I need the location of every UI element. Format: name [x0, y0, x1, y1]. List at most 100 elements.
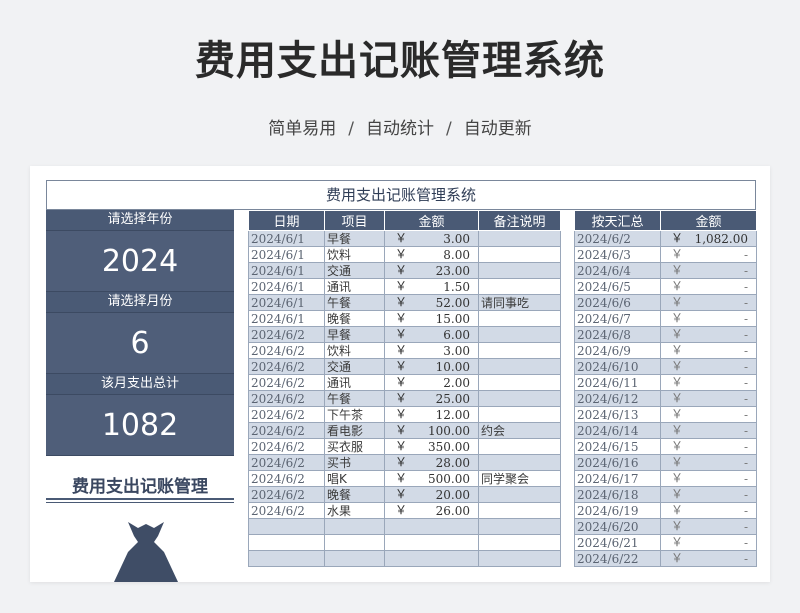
cell-daily-amount[interactable]: ￥ - [660, 454, 757, 471]
cell-daily-date[interactable]: 2024/6/22 [574, 550, 661, 567]
cell-amount[interactable]: ￥ 23.00 [384, 262, 479, 279]
cell-note[interactable] [478, 278, 561, 295]
cell-daily-amount[interactable]: ￥ - [660, 438, 757, 455]
cell-item[interactable]: 饮料 [324, 246, 385, 263]
cell-amount[interactable]: ￥ 25.00 [384, 390, 479, 407]
cell-amount[interactable]: ￥ 26.00 [384, 502, 479, 519]
cell-date[interactable]: 2024/6/2 [248, 438, 325, 455]
cell-daily-date[interactable]: 2024/6/13 [574, 406, 661, 423]
cell-note[interactable] [478, 262, 561, 279]
cell-amount[interactable]: ￥ 8.00 [384, 246, 479, 263]
cell-daily-amount[interactable]: ￥ - [660, 310, 757, 327]
cell-item[interactable] [324, 518, 385, 535]
cell-item[interactable]: 下午茶 [324, 406, 385, 423]
cell-daily-amount[interactable]: ￥ - [660, 550, 757, 567]
cell-daily-amount[interactable]: ￥ - [660, 246, 757, 263]
cell-date[interactable]: 2024/6/2 [248, 486, 325, 503]
cell-daily-amount[interactable]: ￥ - [660, 294, 757, 311]
cell-daily-amount[interactable]: ￥ - [660, 326, 757, 343]
cell-daily-date[interactable]: 2024/6/21 [574, 534, 661, 551]
cell-note[interactable] [478, 358, 561, 375]
cell-item[interactable] [324, 534, 385, 551]
cell-daily-date[interactable]: 2024/6/9 [574, 342, 661, 359]
cell-daily-amount[interactable]: ￥ - [660, 262, 757, 279]
cell-date[interactable]: 2024/6/2 [248, 502, 325, 519]
cell-amount[interactable]: ￥ 6.00 [384, 326, 479, 343]
cell-date[interactable]: 2024/6/2 [248, 470, 325, 487]
cell-item[interactable]: 唱K [324, 470, 385, 487]
cell-note[interactable]: 同学聚会 [478, 470, 561, 487]
cell-daily-amount[interactable]: ￥ - [660, 406, 757, 423]
cell-date[interactable]: 2024/6/2 [248, 422, 325, 439]
cell-item[interactable]: 午餐 [324, 390, 385, 407]
cell-note[interactable] [478, 486, 561, 503]
cell-amount[interactable] [384, 518, 479, 535]
cell-daily-date[interactable]: 2024/6/8 [574, 326, 661, 343]
cell-amount[interactable]: ￥ 20.00 [384, 486, 479, 503]
cell-note[interactable] [478, 534, 561, 551]
cell-amount[interactable]: ￥ 3.00 [384, 342, 479, 359]
cell-note[interactable]: 约会 [478, 422, 561, 439]
cell-date[interactable]: 2024/6/2 [248, 454, 325, 471]
cell-date[interactable]: 2024/6/1 [248, 230, 325, 247]
cell-note[interactable] [478, 326, 561, 343]
cell-daily-date[interactable]: 2024/6/4 [574, 262, 661, 279]
cell-daily-date[interactable]: 2024/6/2 [574, 230, 661, 247]
cell-amount[interactable] [384, 550, 479, 567]
cell-daily-date[interactable]: 2024/6/17 [574, 470, 661, 487]
cell-daily-date[interactable]: 2024/6/14 [574, 422, 661, 439]
cell-daily-date[interactable]: 2024/6/15 [574, 438, 661, 455]
cell-note[interactable] [478, 502, 561, 519]
cell-item[interactable]: 买衣服 [324, 438, 385, 455]
cell-note[interactable]: 请同事吃 [478, 294, 561, 311]
cell-amount[interactable]: ￥ 500.00 [384, 470, 479, 487]
year-selector[interactable]: 2024 [46, 230, 234, 292]
cell-amount[interactable]: ￥ 100.00 [384, 422, 479, 439]
cell-daily-amount[interactable]: ￥ - [660, 422, 757, 439]
cell-date[interactable]: 2024/6/2 [248, 390, 325, 407]
cell-item[interactable]: 饮料 [324, 342, 385, 359]
cell-item[interactable]: 早餐 [324, 230, 385, 247]
cell-daily-amount[interactable]: ￥ - [660, 342, 757, 359]
cell-note[interactable] [478, 374, 561, 391]
cell-amount[interactable]: ￥ 3.00 [384, 230, 479, 247]
cell-item[interactable]: 晚餐 [324, 310, 385, 327]
cell-daily-date[interactable]: 2024/6/16 [574, 454, 661, 471]
cell-daily-amount[interactable]: ￥ - [660, 358, 757, 375]
cell-date[interactable]: 2024/6/1 [248, 294, 325, 311]
cell-item[interactable]: 买书 [324, 454, 385, 471]
cell-daily-date[interactable]: 2024/6/10 [574, 358, 661, 375]
cell-note[interactable] [478, 230, 561, 247]
cell-date[interactable] [248, 550, 325, 567]
cell-daily-date[interactable]: 2024/6/12 [574, 390, 661, 407]
cell-daily-amount[interactable]: ￥ 1,082.00 [660, 230, 757, 247]
cell-date[interactable]: 2024/6/2 [248, 358, 325, 375]
cell-date[interactable] [248, 534, 325, 551]
cell-date[interactable]: 2024/6/2 [248, 342, 325, 359]
cell-daily-date[interactable]: 2024/6/18 [574, 486, 661, 503]
cell-daily-amount[interactable]: ￥ - [660, 534, 757, 551]
cell-amount[interactable]: ￥ 12.00 [384, 406, 479, 423]
cell-amount[interactable]: ￥ 10.00 [384, 358, 479, 375]
cell-date[interactable]: 2024/6/1 [248, 262, 325, 279]
cell-daily-amount[interactable]: ￥ - [660, 470, 757, 487]
cell-amount[interactable]: ￥ 28.00 [384, 454, 479, 471]
cell-note[interactable] [478, 342, 561, 359]
cell-date[interactable]: 2024/6/1 [248, 278, 325, 295]
cell-date[interactable]: 2024/6/2 [248, 406, 325, 423]
cell-daily-date[interactable]: 2024/6/20 [574, 518, 661, 535]
month-selector[interactable]: 6 [46, 312, 234, 374]
cell-date[interactable] [248, 518, 325, 535]
cell-daily-amount[interactable]: ￥ - [660, 278, 757, 295]
cell-daily-date[interactable]: 2024/6/11 [574, 374, 661, 391]
cell-note[interactable] [478, 406, 561, 423]
cell-daily-date[interactable]: 2024/6/6 [574, 294, 661, 311]
cell-item[interactable]: 午餐 [324, 294, 385, 311]
cell-date[interactable]: 2024/6/2 [248, 326, 325, 343]
cell-note[interactable] [478, 454, 561, 471]
cell-date[interactable]: 2024/6/1 [248, 246, 325, 263]
cell-note[interactable] [478, 518, 561, 535]
cell-amount[interactable]: ￥ 1.50 [384, 278, 479, 295]
cell-daily-date[interactable]: 2024/6/3 [574, 246, 661, 263]
cell-item[interactable]: 早餐 [324, 326, 385, 343]
